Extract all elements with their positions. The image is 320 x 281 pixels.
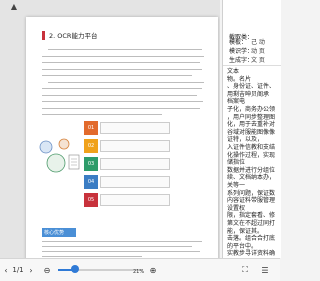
page-indicator[interactable]: 1/1 xyxy=(10,264,26,276)
process-step: 02 xyxy=(84,139,202,153)
bottom-toolbar: ‹ 1/1 › ⊖ 21% ⊕ ⛶ ☰ xyxy=(0,258,280,281)
panel-field-value: 动 页 xyxy=(251,48,265,55)
section-title: 2. OCR能力平台 xyxy=(49,32,98,40)
text-line xyxy=(42,75,192,77)
step-box xyxy=(100,158,170,170)
zoom-out-icon[interactable]: ⊖ xyxy=(41,264,53,276)
panel-field-label: 模板： xyxy=(229,39,248,46)
text-line xyxy=(42,114,162,116)
document-page: 2. OCR能力平台 01 02 03 04 05 核心优势 xyxy=(26,17,218,258)
step-number: 04 xyxy=(84,175,98,189)
step-number: 05 xyxy=(84,193,98,207)
text-line xyxy=(42,88,202,90)
step-box xyxy=(100,122,170,134)
ocr-process-diagram: 01 02 03 04 05 xyxy=(36,121,208,221)
step-number: 03 xyxy=(84,157,98,171)
panel-field: 生成字：文 页 xyxy=(229,55,265,64)
document-viewer[interactable]: ▲ 2. OCR能力平台 01 02 03 04 05 核心优势 xyxy=(0,0,220,258)
advantage-tag-label: 核心优势 xyxy=(44,230,65,236)
recognized-text-line[interactable]: 实教步寻详资料确 xyxy=(227,250,275,258)
fit-page-icon[interactable]: ⛶ xyxy=(238,264,252,276)
zoom-slider-knob[interactable] xyxy=(71,265,79,273)
menu-icon[interactable]: ☰ xyxy=(258,264,272,276)
process-step: 04 xyxy=(84,175,202,189)
zoom-in-icon[interactable]: ⊕ xyxy=(147,264,159,276)
text-line xyxy=(42,55,204,57)
panel-divider xyxy=(223,65,281,66)
text-line xyxy=(42,107,200,109)
next-page-icon[interactable]: › xyxy=(27,264,35,276)
text-line xyxy=(42,62,200,64)
panel-field-value: 文 页 xyxy=(251,57,265,64)
document-illustration xyxy=(39,138,80,173)
section-heading: 2. OCR能力平台 xyxy=(42,29,97,41)
scroll-up-icon[interactable]: ▲ xyxy=(8,2,20,12)
prev-page-icon[interactable]: ‹ xyxy=(2,264,10,276)
panel-field: 模识学：动 页 xyxy=(229,46,265,55)
step-box xyxy=(100,194,170,206)
process-step: 05 xyxy=(84,193,202,207)
text-line xyxy=(42,241,202,243)
zoom-percent: 21% xyxy=(133,269,145,275)
step-box xyxy=(100,140,170,152)
text-line xyxy=(42,101,203,103)
panel-field-value: 己 动 xyxy=(251,39,265,46)
panel-field-label: 模识学： xyxy=(229,48,254,55)
text-line xyxy=(42,94,197,96)
step-number: 02 xyxy=(84,139,98,153)
step-number: 01 xyxy=(84,121,98,135)
text-line xyxy=(48,49,202,51)
ocr-result-panel[interactable]: 截取类： 模板：己 动模识学：动 页生成字：文 页 文本 物。名片 、身份证、证件、… xyxy=(222,0,281,258)
step-box xyxy=(100,176,170,188)
text-line xyxy=(42,251,200,253)
process-step: 01 xyxy=(84,121,202,135)
panel-field-label: 生成字： xyxy=(229,57,254,64)
text-line xyxy=(48,81,204,83)
text-line xyxy=(42,68,202,70)
panel-field: 模板：己 动 xyxy=(229,37,265,46)
heading-accent xyxy=(42,30,45,40)
process-step: 03 xyxy=(84,157,202,171)
text-line xyxy=(42,246,192,248)
